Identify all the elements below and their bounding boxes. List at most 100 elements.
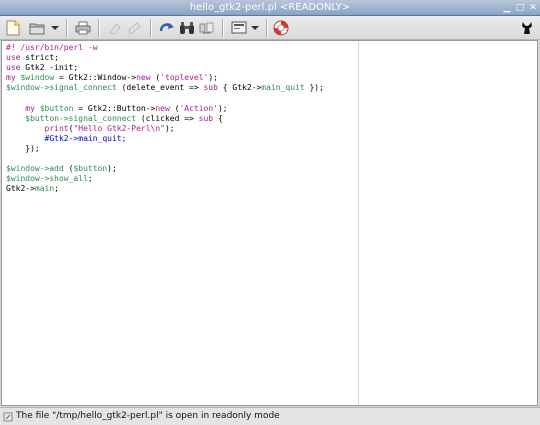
code-line: use Gtk2 -init;	[6, 63, 356, 73]
find-icon	[180, 22, 194, 34]
code-line: $window->add ($button);	[6, 164, 356, 174]
code-token: );	[208, 73, 218, 83]
code-token: );	[164, 123, 175, 133]
toolbar-separator	[266, 19, 268, 37]
replace-button[interactable]	[198, 18, 216, 38]
code-line: $window->show_all;	[6, 174, 356, 184]
code-token: 'Action'	[179, 103, 218, 113]
open-file-icon	[29, 23, 45, 35]
status-message: The file "/tmp/hello_gtk2-perl.pl" is op…	[16, 411, 280, 421]
code-line: #! /usr/bin/perl -w	[6, 43, 356, 53]
code-token: #! /usr/bin/perl -w	[6, 43, 98, 52]
code-token: $button	[39, 103, 74, 113]
code-token: { Gtk2->	[217, 83, 262, 93]
view-button[interactable]	[230, 18, 248, 38]
open-recent-dropdown[interactable]	[50, 18, 60, 38]
code-token: Gtk2->	[6, 184, 35, 194]
new-file-button[interactable]	[4, 18, 22, 38]
close-icon[interactable]: ✕	[528, 3, 538, 13]
code-area[interactable]: #! /usr/bin/perl -w use strict; use Gtk2 -…	[6, 43, 356, 194]
code-token: my	[6, 73, 16, 83]
code-line: $button->signal_connect (clicked => sub …	[6, 114, 356, 124]
code-token: use	[6, 63, 21, 73]
code-token: (clicked =>	[136, 113, 199, 123]
code-token: $button	[73, 164, 108, 174]
chevron-down-icon	[51, 26, 59, 30]
code-token: strict;	[20, 53, 59, 63]
code-token: (	[63, 164, 74, 174]
toolbar-separator	[98, 19, 100, 37]
help-icon	[273, 20, 289, 36]
code-token: );	[107, 164, 117, 174]
code-token: sub	[198, 113, 214, 123]
code-token: (delete_event =>	[116, 83, 204, 93]
print-button[interactable]	[74, 18, 92, 38]
code-token: use	[6, 53, 21, 63]
title-bar: hello_gtk2-perl.pl <READONLY> ▁ □ ✕	[0, 0, 540, 16]
code-token: main	[34, 184, 55, 194]
code-token: ;	[87, 174, 93, 184]
code-line: my $window = Gtk2::Window->new ('topleve…	[6, 73, 356, 83]
code-token: $window->show_all	[6, 174, 88, 184]
toolbar	[0, 16, 540, 40]
status-icon	[3, 412, 13, 422]
view-icon	[231, 21, 247, 34]
code-line: });	[6, 144, 356, 154]
view-dropdown[interactable]	[250, 18, 260, 38]
maximize-icon[interactable]: □	[515, 3, 525, 13]
code-token: new	[136, 73, 151, 83]
code-line: Gtk2->main;	[6, 184, 356, 194]
code-token: = Gtk2::Window->	[54, 73, 137, 83]
open-file-button[interactable]	[28, 18, 46, 38]
code-line: $window->signal_connect (delete_event =>…	[6, 83, 356, 93]
minimize-icon[interactable]: ▁	[502, 3, 512, 13]
code-token: $window	[20, 73, 55, 83]
code-token: $window->signal_connect	[6, 83, 117, 93]
help-button[interactable]	[272, 18, 290, 38]
code-token: (	[150, 73, 161, 83]
code-line: use strict;	[6, 53, 356, 63]
code-token: "Hello Gtk2-Perl\n"	[73, 123, 165, 133]
gnu-logo	[518, 18, 536, 38]
status-bar: The file "/tmp/hello_gtk2-perl.pl" is op…	[0, 407, 540, 425]
replace-icon	[199, 22, 214, 34]
code-token: ;	[54, 184, 59, 194]
undo-button[interactable]	[106, 18, 124, 38]
code-token: sub	[203, 83, 218, 93]
toolbar-separator	[66, 19, 68, 37]
code-token: );	[217, 103, 228, 113]
code-token: });	[304, 83, 324, 93]
toolbar-separator	[222, 19, 224, 37]
window-title: hello_gtk2-perl.pl <READONLY>	[189, 2, 351, 13]
code-token: print	[44, 123, 69, 133]
right-margin-line	[358, 41, 359, 405]
redo-icon	[128, 22, 141, 35]
code-token: Gtk2 -init;	[20, 63, 79, 73]
new-file-icon	[6, 20, 20, 36]
code-token: {	[213, 113, 223, 123]
code-token: $window->add	[6, 164, 64, 174]
code-line: #Gtk2->main_quit;	[6, 134, 356, 144]
text-editor[interactable]: #! /usr/bin/perl -w use strict; use Gtk2 -…	[1, 40, 538, 406]
code-token: $button->signal_connect	[25, 113, 137, 123]
redo-button[interactable]	[126, 18, 144, 38]
code-token: #Gtk2->main_quit;	[44, 133, 127, 143]
code-token: my	[25, 103, 35, 113]
gnu-icon	[522, 22, 532, 34]
code-token: });	[6, 143, 40, 153]
code-token: 'toplevel'	[160, 73, 209, 83]
code-token: main_quit	[261, 83, 305, 93]
chevron-down-icon	[251, 26, 259, 30]
code-token: (	[169, 103, 180, 113]
print-icon	[75, 21, 91, 35]
goto-button[interactable]	[158, 18, 176, 38]
find-button[interactable]	[178, 18, 196, 38]
undo-icon	[109, 23, 121, 35]
code-line: print("Hello Gtk2-Perl\n");	[6, 124, 356, 134]
